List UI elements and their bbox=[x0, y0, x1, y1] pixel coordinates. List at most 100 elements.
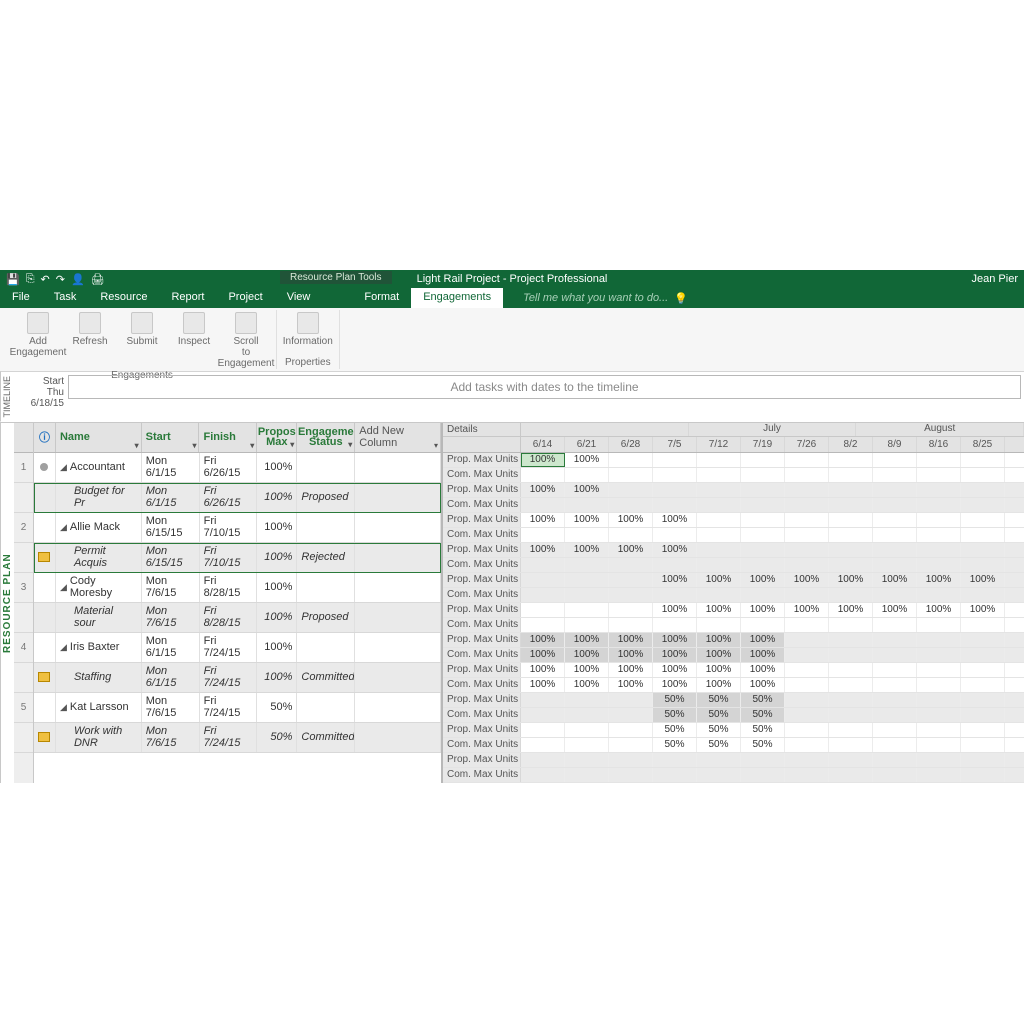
timephased-cell[interactable] bbox=[565, 738, 609, 752]
ribbon-inspect-button[interactable]: Inspect bbox=[172, 312, 216, 347]
timephased-cell[interactable] bbox=[917, 543, 961, 557]
user-name[interactable]: Jean Pier bbox=[972, 273, 1018, 285]
timephased-cell[interactable] bbox=[609, 753, 653, 767]
timephased-cell[interactable] bbox=[521, 588, 565, 602]
week-header[interactable]: 6/21 bbox=[565, 437, 609, 452]
timephased-cell[interactable] bbox=[609, 468, 653, 482]
timephased-cell[interactable] bbox=[653, 483, 697, 497]
timephased-cell[interactable]: 100% bbox=[565, 678, 609, 692]
timephased-cell[interactable] bbox=[521, 738, 565, 752]
timephased-cell[interactable] bbox=[521, 468, 565, 482]
timephased-cell[interactable] bbox=[741, 528, 785, 542]
timephased-cell[interactable]: 100% bbox=[741, 663, 785, 677]
timephased-cell[interactable] bbox=[873, 708, 917, 722]
timephased-cell[interactable] bbox=[785, 738, 829, 752]
timephased-cell[interactable]: 100% bbox=[653, 543, 697, 557]
timephased-cell[interactable] bbox=[829, 753, 873, 767]
col-finish[interactable]: Finish▾ bbox=[199, 423, 257, 452]
timephased-cell[interactable]: 100% bbox=[829, 573, 873, 587]
timephased-cell[interactable] bbox=[829, 528, 873, 542]
timephased-cell[interactable] bbox=[697, 543, 741, 557]
timephased-cell[interactable] bbox=[785, 723, 829, 737]
undo-icon[interactable]: ↶ bbox=[41, 273, 50, 286]
expand-caret-icon[interactable]: ◢ bbox=[60, 522, 67, 533]
timephased-cell[interactable]: 100% bbox=[653, 678, 697, 692]
tab-project[interactable]: Project bbox=[216, 288, 274, 308]
timephased-cell[interactable] bbox=[961, 753, 1005, 767]
timephased-cell[interactable] bbox=[785, 663, 829, 677]
timephased-cell[interactable] bbox=[829, 453, 873, 467]
timephased-cell[interactable] bbox=[961, 468, 1005, 482]
timephased-cell[interactable]: 100% bbox=[741, 633, 785, 647]
engagement-row[interactable]: Material sourMon 7/6/15Fri 8/28/15100%Pr… bbox=[34, 603, 441, 633]
timephased-cell[interactable]: 100% bbox=[829, 603, 873, 617]
timephased-cell[interactable] bbox=[873, 648, 917, 662]
timephased-cell[interactable] bbox=[785, 693, 829, 707]
col-info[interactable]: ⓘ bbox=[34, 423, 56, 452]
timephased-cell[interactable] bbox=[829, 663, 873, 677]
tab-view[interactable]: View bbox=[275, 288, 323, 308]
timephased-cell[interactable] bbox=[521, 693, 565, 707]
timephased-cell[interactable]: 100% bbox=[521, 453, 565, 467]
ribbon-submit-button[interactable]: Submit bbox=[120, 312, 164, 347]
timephased-cell[interactable] bbox=[565, 573, 609, 587]
timephased-cell[interactable] bbox=[565, 603, 609, 617]
tab-engagements[interactable]: Engagements bbox=[411, 288, 503, 308]
timephased-cell[interactable]: 100% bbox=[873, 603, 917, 617]
timephased-cell[interactable] bbox=[565, 708, 609, 722]
timephased-cell[interactable] bbox=[565, 468, 609, 482]
save-icon[interactable]: 💾 bbox=[6, 273, 20, 286]
timephased-cell[interactable] bbox=[917, 528, 961, 542]
copy-icon[interactable]: ⎘ bbox=[26, 273, 35, 286]
timephased-cell[interactable] bbox=[829, 468, 873, 482]
timephased-cell[interactable] bbox=[829, 618, 873, 632]
timephased-cell[interactable] bbox=[873, 468, 917, 482]
timephased-cell[interactable] bbox=[917, 678, 961, 692]
timephased-cell[interactable] bbox=[653, 753, 697, 767]
week-header[interactable]: 8/25 bbox=[961, 437, 1005, 452]
timephased-cell[interactable] bbox=[697, 513, 741, 527]
timephased-cell[interactable] bbox=[785, 468, 829, 482]
timephased-cell[interactable] bbox=[961, 708, 1005, 722]
timephased-cell[interactable] bbox=[609, 693, 653, 707]
timephased-cell[interactable]: 50% bbox=[653, 738, 697, 752]
timephased-cell[interactable] bbox=[873, 723, 917, 737]
timephased-cell[interactable] bbox=[609, 498, 653, 512]
timephased-cell[interactable]: 100% bbox=[565, 513, 609, 527]
timephased-cell[interactable] bbox=[565, 723, 609, 737]
timephased-cell[interactable] bbox=[917, 768, 961, 782]
timephased-cell[interactable]: 100% bbox=[697, 648, 741, 662]
timephased-cell[interactable]: 100% bbox=[521, 633, 565, 647]
timephased-cell[interactable]: 100% bbox=[741, 648, 785, 662]
timephased-cell[interactable] bbox=[961, 693, 1005, 707]
resource-row[interactable]: ◢Allie MackMon 6/15/15Fri 7/10/15100% bbox=[34, 513, 441, 543]
timephased-cell[interactable]: 100% bbox=[565, 648, 609, 662]
week-header[interactable]: 7/5 bbox=[653, 437, 697, 452]
expand-caret-icon[interactable]: ◢ bbox=[60, 582, 67, 593]
timephased-cell[interactable]: 100% bbox=[653, 663, 697, 677]
redo-icon[interactable]: ↷ bbox=[56, 273, 65, 286]
timephased-cell[interactable] bbox=[961, 453, 1005, 467]
timephased-cell[interactable] bbox=[873, 738, 917, 752]
timephased-cell[interactable]: 100% bbox=[741, 603, 785, 617]
timephased-cell[interactable] bbox=[741, 513, 785, 527]
timephased-cell[interactable] bbox=[565, 558, 609, 572]
timephased-cell[interactable] bbox=[917, 663, 961, 677]
user-icon[interactable]: 👤 bbox=[71, 273, 85, 286]
timephased-cell[interactable] bbox=[829, 768, 873, 782]
timephased-cell[interactable] bbox=[785, 753, 829, 767]
timephased-cell[interactable] bbox=[961, 498, 1005, 512]
week-header[interactable]: 8/9 bbox=[873, 437, 917, 452]
timephased-cell[interactable]: 50% bbox=[653, 693, 697, 707]
timephased-cell[interactable] bbox=[917, 498, 961, 512]
timephased-cell[interactable] bbox=[961, 558, 1005, 572]
timephased-cell[interactable] bbox=[961, 543, 1005, 557]
timephased-cell[interactable] bbox=[521, 768, 565, 782]
timephased-cell[interactable] bbox=[609, 453, 653, 467]
timephased-cell[interactable] bbox=[873, 588, 917, 602]
timephased-cell[interactable] bbox=[961, 723, 1005, 737]
timephased-cell[interactable] bbox=[741, 468, 785, 482]
timephased-cell[interactable] bbox=[741, 588, 785, 602]
timephased-cell[interactable] bbox=[829, 708, 873, 722]
timephased-cell[interactable] bbox=[917, 558, 961, 572]
